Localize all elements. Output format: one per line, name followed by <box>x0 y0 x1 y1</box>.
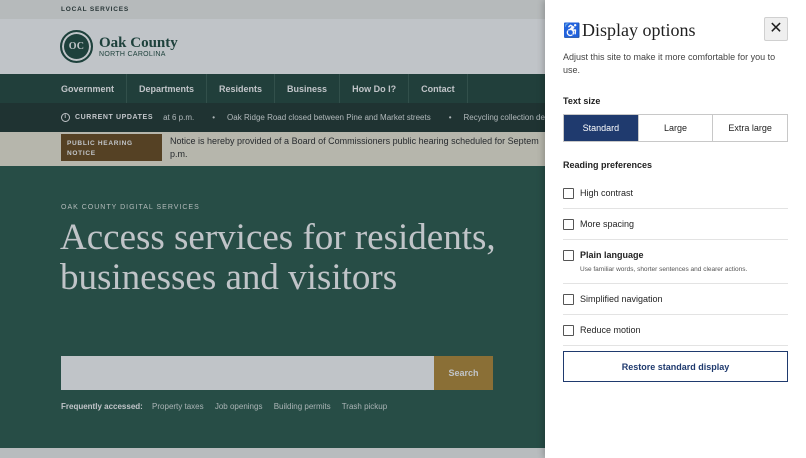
display-options-panel: ♿ Display options ✕ Adjust this site to … <box>545 0 806 458</box>
close-button[interactable]: ✕ <box>764 17 788 41</box>
close-icon: ✕ <box>769 20 783 37</box>
pref-label: Plain language <box>580 250 644 260</box>
pref-label: Reduce motion <box>580 325 641 335</box>
restore-standard-display-button[interactable]: Restore standard display <box>563 351 788 382</box>
pref-reduce-motion[interactable]: Reduce motion <box>563 315 788 346</box>
pref-plain-language[interactable]: Plain language Use familiar words, short… <box>563 240 788 284</box>
simplified-navigation-checkbox[interactable] <box>563 294 574 305</box>
pref-high-contrast[interactable]: High contrast <box>563 178 788 209</box>
reduce-motion-checkbox[interactable] <box>563 325 574 336</box>
text-size-standard[interactable]: Standard <box>564 115 639 141</box>
accessibility-icon: ♿ <box>563 22 581 38</box>
text-size-group: Standard Large Extra large <box>563 114 788 142</box>
reading-preferences-label: Reading preferences <box>563 160 653 170</box>
pref-label: High contrast <box>580 188 634 198</box>
panel-header: ♿ Display options <box>563 20 696 41</box>
panel-title: Display options <box>582 20 696 40</box>
high-contrast-checkbox[interactable] <box>563 188 574 199</box>
panel-description: Adjust this site to make it more comfort… <box>563 52 776 75</box>
pref-label: More spacing <box>580 219 635 229</box>
pref-label: Simplified navigation <box>580 294 663 304</box>
more-spacing-checkbox[interactable] <box>563 219 574 230</box>
pref-more-spacing[interactable]: More spacing <box>563 209 788 240</box>
modal-overlay[interactable] <box>0 0 545 458</box>
text-size-large[interactable]: Large <box>638 115 714 141</box>
text-size-extra-large[interactable]: Extra large <box>713 115 788 141</box>
plain-language-text: Plain language Use familiar words, short… <box>580 249 747 274</box>
pref-help-text: Use familiar words, shorter sentences an… <box>580 266 748 273</box>
plain-language-checkbox[interactable] <box>563 250 574 261</box>
text-size-label: Text size <box>563 96 601 106</box>
pref-simplified-navigation[interactable]: Simplified navigation <box>563 284 788 315</box>
reading-preferences-list: High contrast More spacing Plain languag… <box>563 178 788 346</box>
